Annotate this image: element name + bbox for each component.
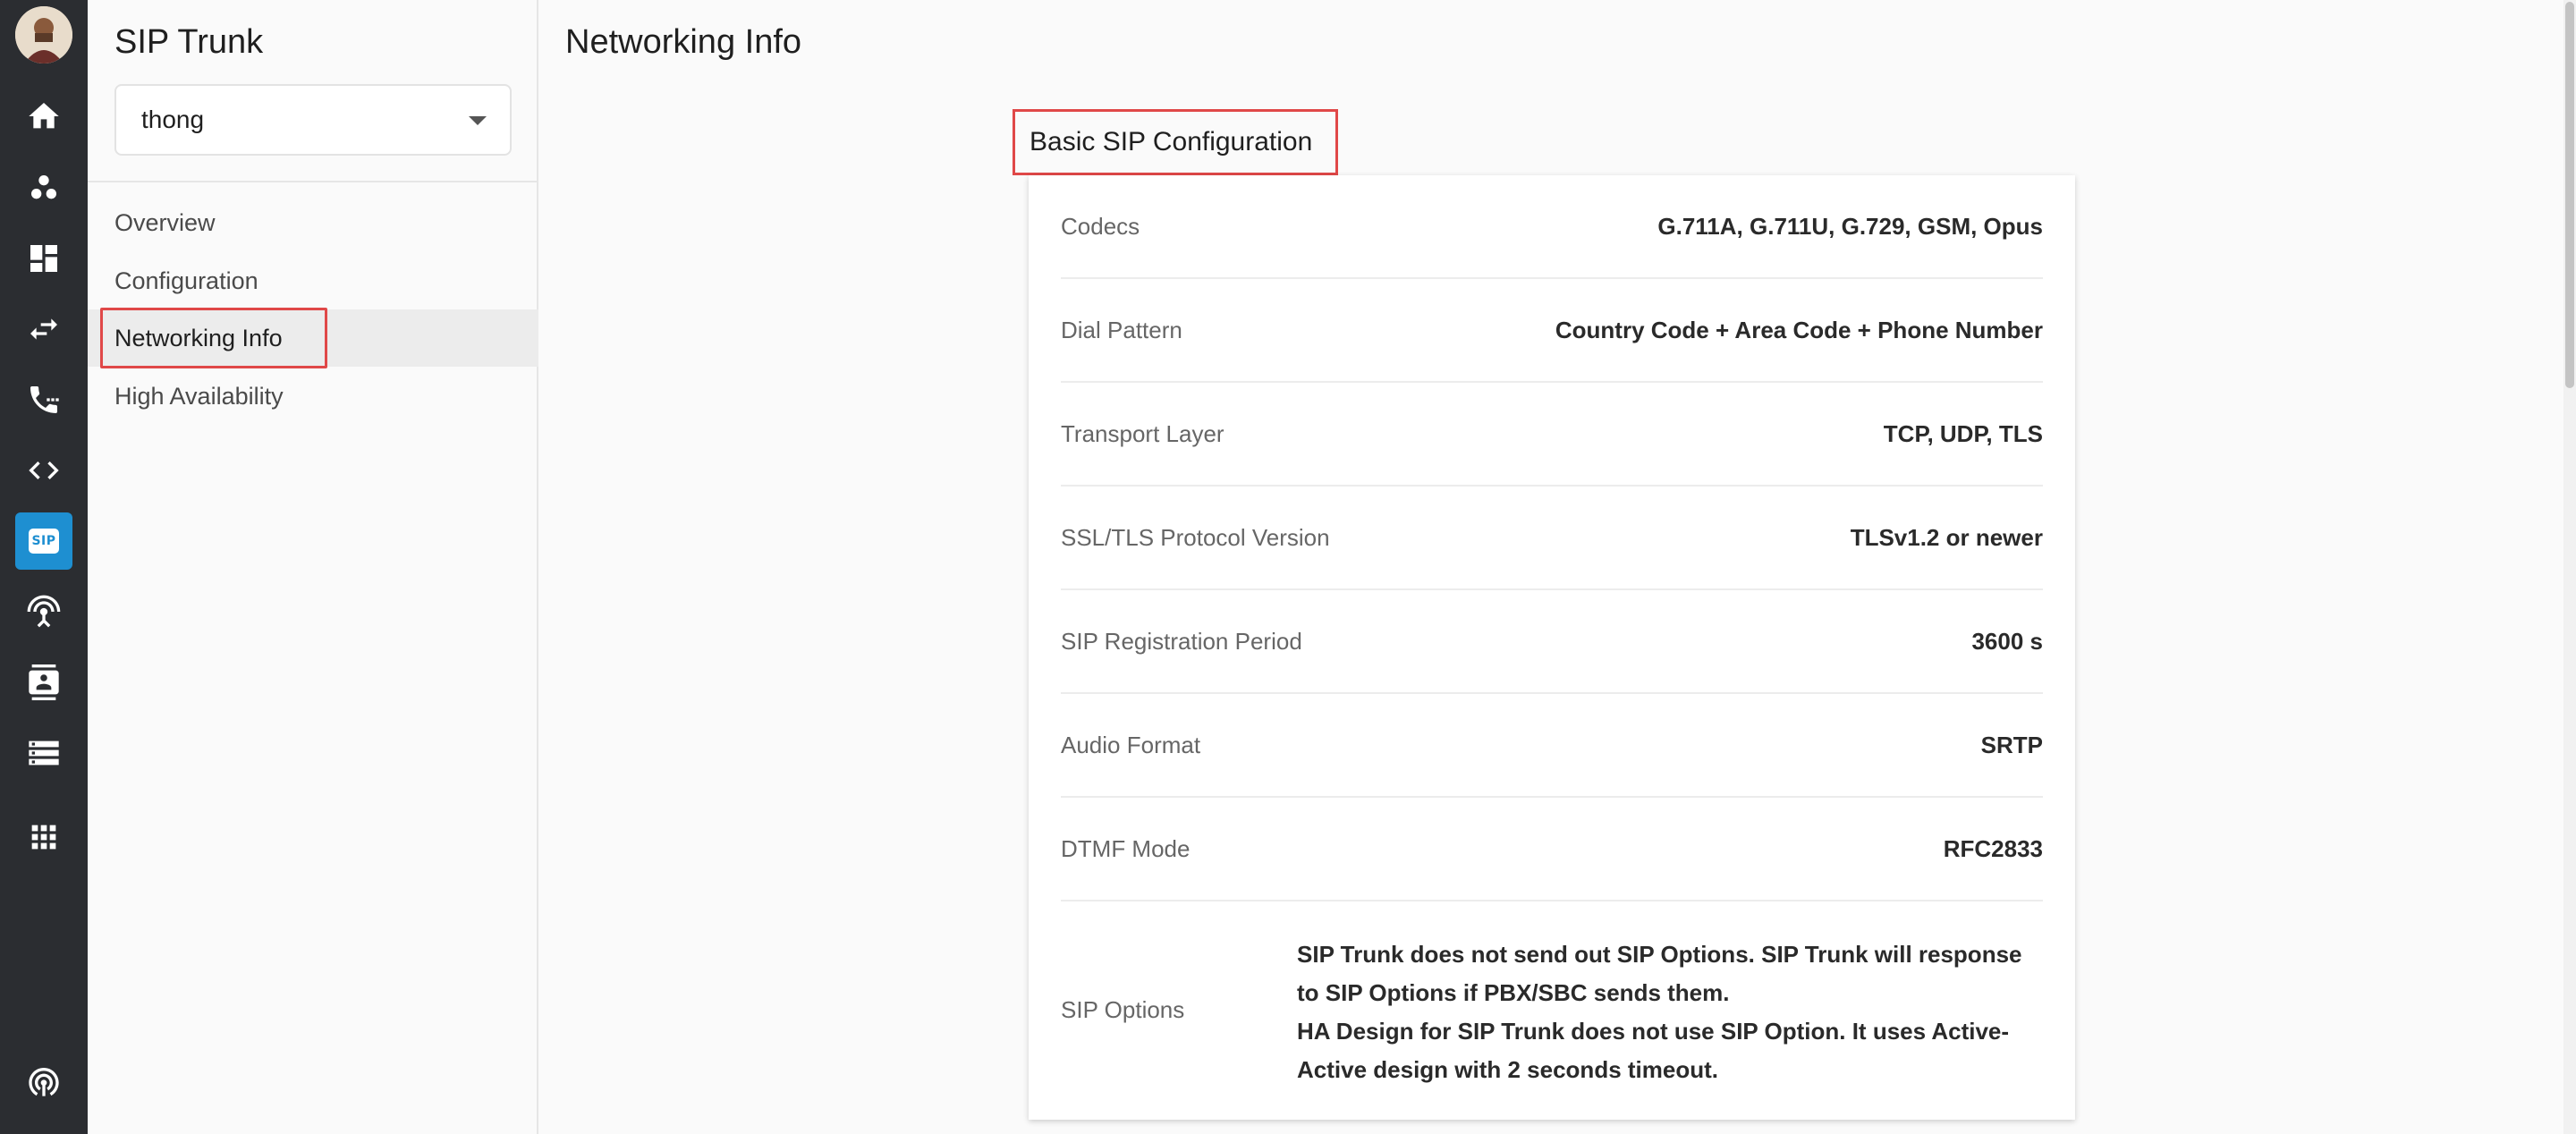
config-card: Codecs G.711A, G.711U, G.729, GSM, Opus … <box>1029 175 2075 1120</box>
config-row: DTMF Mode RFC2833 <box>1061 798 2043 901</box>
users-icon[interactable] <box>15 159 72 216</box>
sidebar-title: SIP Trunk <box>114 23 264 61</box>
config-row: Dial Pattern Country Code + Area Code + … <box>1061 279 2043 383</box>
scrollbar[interactable] <box>2563 0 2576 1134</box>
row-label: Audio Format <box>1061 731 1201 758</box>
row-label: Dial Pattern <box>1061 316 1182 343</box>
dashboard-icon[interactable] <box>15 230 72 287</box>
sidebar-item-label: Overview <box>114 208 216 236</box>
row-label: Transport Layer <box>1061 419 1224 447</box>
row-value: TCP, UDP, TLS <box>1883 419 2043 447</box>
sip-icon[interactable]: SIP <box>15 512 72 570</box>
config-row: Transport Layer TCP, UDP, TLS <box>1061 383 2043 487</box>
config-row: Audio Format SRTP <box>1061 694 2043 798</box>
row-value: SRTP <box>1980 731 2043 758</box>
row-value: G.711A, G.711U, G.729, GSM, Opus <box>1657 212 2043 240</box>
sidebar-item-label: High Availability <box>114 382 284 410</box>
code-icon[interactable] <box>15 442 72 499</box>
row-label: DTMF Mode <box>1061 834 1191 862</box>
sidebar-item-label: Configuration <box>114 267 258 294</box>
icon-rail: SIP <box>0 0 88 1134</box>
page-title: Networking Info <box>565 23 802 61</box>
sidebar: SIP Trunk thong Overview Configuration N… <box>88 0 538 1134</box>
trunk-select[interactable]: thong <box>114 84 512 156</box>
signal-icon[interactable] <box>15 1053 72 1110</box>
avatar[interactable] <box>15 6 72 63</box>
caret-down-icon <box>469 116 487 125</box>
row-label: Codecs <box>1061 212 1140 240</box>
row-label: SSL/TLS Protocol Version <box>1061 523 1330 551</box>
sidebar-item-overview[interactable]: Overview <box>88 194 538 251</box>
home-icon[interactable] <box>15 88 72 145</box>
sip-options-line: HA Design for SIP Trunk does not use SIP… <box>1297 1018 2010 1083</box>
section-title-text: Basic SIP Configuration <box>1030 127 1313 157</box>
config-row: SIP Registration Period 3600 s <box>1061 590 2043 694</box>
trunk-select-value: thong <box>141 106 205 133</box>
config-row: SSL/TLS Protocol Version TLSv1.2 or newe… <box>1061 487 2043 590</box>
sidebar-divider <box>88 181 538 182</box>
row-value: 3600 s <box>1971 627 2043 655</box>
config-row: Codecs G.711A, G.711U, G.729, GSM, Opus <box>1061 175 2043 279</box>
broadcast-icon[interactable] <box>15 583 72 640</box>
row-value: Country Code + Area Code + Phone Number <box>1555 316 2043 343</box>
storage-icon[interactable] <box>15 724 72 782</box>
phone-icon[interactable] <box>15 371 72 428</box>
section-title: Basic SIP Configuration <box>1013 109 1338 175</box>
contacts-icon[interactable] <box>15 654 72 711</box>
row-value: TLSv1.2 or newer <box>1850 523 2043 551</box>
scrollbar-thumb[interactable] <box>2565 2 2574 388</box>
sip-options-line: SIP Trunk does not send out SIP Options.… <box>1297 941 2022 1006</box>
sidebar-item-configuration[interactable]: Configuration <box>88 252 538 309</box>
config-row: SIP Options SIP Trunk does not send out … <box>1061 901 2043 1125</box>
highlight-box <box>100 308 327 368</box>
row-value: RFC2833 <box>1943 834 2043 862</box>
row-label: SIP Options <box>1061 996 1185 1023</box>
row-value: SIP Trunk does not send out SIP Options.… <box>1297 935 2048 1089</box>
row-label: SIP Registration Period <box>1061 627 1302 655</box>
transfer-icon[interactable] <box>15 300 72 358</box>
sidebar-item-high-availability[interactable]: High Availability <box>88 368 538 425</box>
sip-icon-label: SIP <box>29 529 59 554</box>
apps-icon[interactable] <box>15 808 72 866</box>
